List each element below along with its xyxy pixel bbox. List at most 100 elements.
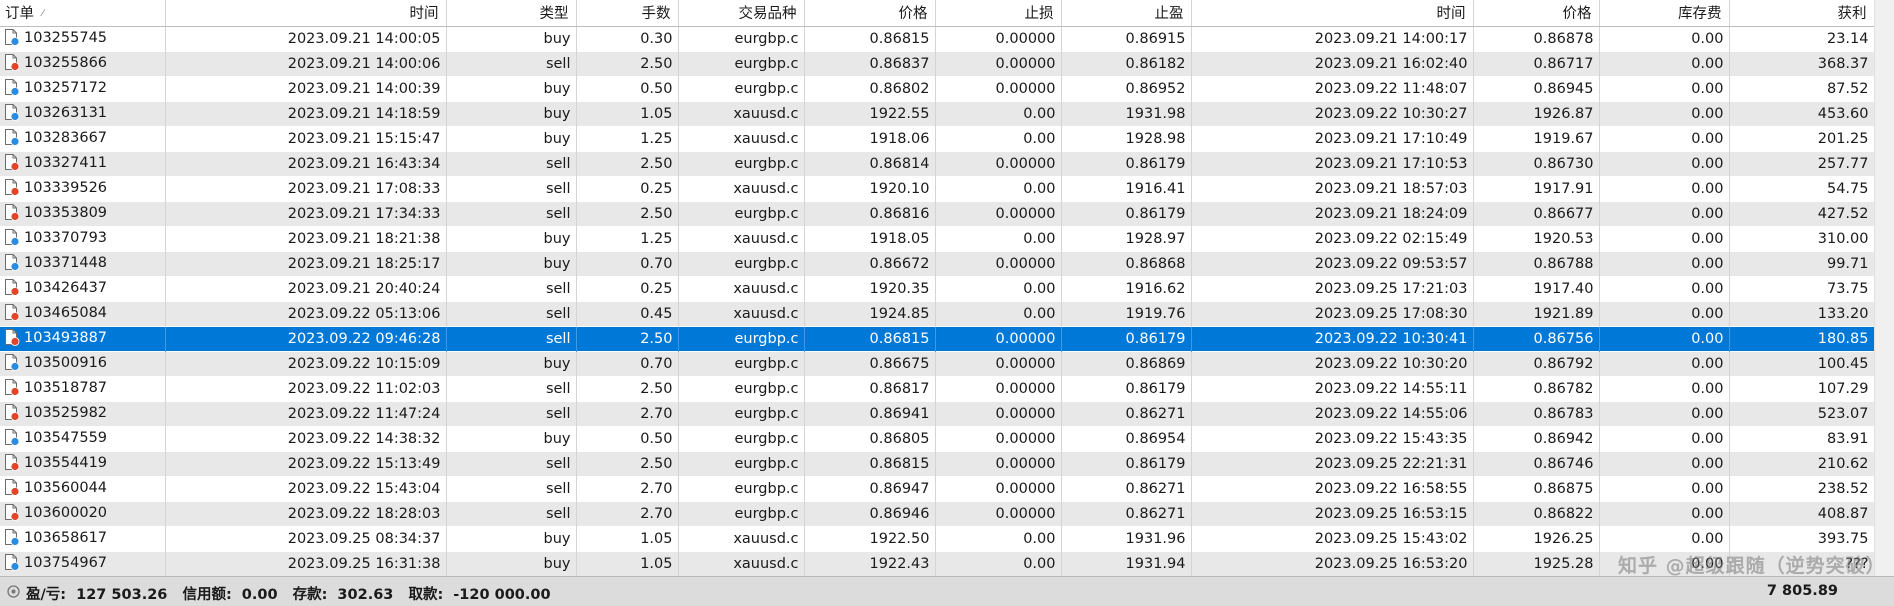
order-number: 103327411 bbox=[24, 154, 108, 171]
sell-order-icon bbox=[4, 503, 20, 525]
table-row[interactable]: 103547559 2023.09.22 14:38:32 buy 0.50 eurgb… bbox=[0, 426, 1875, 451]
column-header-profit[interactable]: 获利 bbox=[1729, 0, 1875, 27]
order-number: 103658617 bbox=[24, 529, 108, 546]
cell-swap: 0.00 bbox=[1599, 476, 1730, 501]
column-header-close-time[interactable]: 时间 bbox=[1191, 0, 1474, 27]
cell-swap: 0.00 bbox=[1599, 451, 1730, 476]
cell-symbol: eurgbp.c bbox=[678, 501, 805, 526]
table-row[interactable]: 103371448 2023.09.21 18:25:17 buy 0.70 eurgb… bbox=[0, 251, 1875, 276]
order-number: 103339526 bbox=[24, 179, 108, 196]
buy-order-icon bbox=[4, 228, 20, 250]
cell-close-time: 2023.09.21 14:00:17 bbox=[1191, 26, 1474, 51]
cell-order: 103426437 bbox=[0, 276, 166, 301]
cell-symbol: eurgbp.c bbox=[678, 401, 805, 426]
cell-tp: 1931.94 bbox=[1061, 551, 1192, 576]
cell-close-price: 0.86746 bbox=[1473, 451, 1600, 476]
table-row[interactable]: 103263131 2023.09.21 14:18:59 buy 1.05 xauus… bbox=[0, 101, 1875, 126]
column-header-open-price[interactable]: 价格 bbox=[804, 0, 936, 27]
cell-volume: 0.70 bbox=[576, 351, 679, 376]
vertical-scrollbar[interactable] bbox=[1874, 0, 1894, 576]
table-row[interactable]: 103493887 2023.09.22 09:46:28 sell 2.50 eurg… bbox=[0, 326, 1875, 351]
table-row[interactable]: 103554419 2023.09.22 15:13:49 sell 2.50 eurg… bbox=[0, 451, 1875, 476]
cell-symbol: eurgbp.c bbox=[678, 476, 805, 501]
cell-open-price: 0.86802 bbox=[804, 76, 936, 101]
cell-order: 103353809 bbox=[0, 201, 166, 226]
table-row[interactable]: 103327411 2023.09.21 16:43:34 sell 2.50 eurg… bbox=[0, 151, 1875, 176]
cell-swap: 0.00 bbox=[1599, 26, 1730, 51]
column-header-open-time[interactable]: 时间 bbox=[165, 0, 447, 27]
order-number: 103525982 bbox=[24, 404, 108, 421]
cell-type: sell bbox=[446, 201, 577, 226]
credit-value: 0.00 bbox=[241, 587, 278, 603]
table-row[interactable]: 103339526 2023.09.21 17:08:33 sell 0.25 xauu… bbox=[0, 176, 1875, 201]
cell-open-time: 2023.09.21 18:21:38 bbox=[165, 226, 447, 251]
cell-open-time: 2023.09.22 14:38:32 bbox=[165, 426, 447, 451]
table-row[interactable]: 103525982 2023.09.22 11:47:24 sell 2.70 eurg… bbox=[0, 401, 1875, 426]
table-row[interactable]: 103370793 2023.09.21 18:21:38 buy 1.25 xauus… bbox=[0, 226, 1875, 251]
column-header-swap[interactable]: 库存费 bbox=[1599, 0, 1730, 27]
table-row[interactable]: 103353809 2023.09.21 17:34:33 sell 2.50 eurg… bbox=[0, 201, 1875, 226]
cell-close-price: 1919.67 bbox=[1473, 126, 1600, 151]
trade-history-table: 订单 ⁄ 时间 类型 手数 交易品种 价格 止损 止盈 时间 价格 库存费 获利 103255745 20… bbox=[0, 0, 1875, 577]
column-header-sl[interactable]: 止损 bbox=[935, 0, 1062, 27]
cell-sl: 0.00000 bbox=[935, 451, 1062, 476]
column-header-order[interactable]: 订单 ⁄ bbox=[0, 0, 166, 27]
cell-symbol: eurgbp.c bbox=[678, 76, 805, 101]
buy-order-icon bbox=[4, 253, 20, 275]
table-row[interactable]: 103600020 2023.09.22 18:28:03 sell 2.70 eurg… bbox=[0, 501, 1875, 526]
cell-sl: 0.00 bbox=[935, 551, 1062, 576]
cell-close-time: 2023.09.21 17:10:49 bbox=[1191, 126, 1474, 151]
table-row[interactable]: 103658617 2023.09.25 08:34:37 buy 1.05 xauus… bbox=[0, 526, 1875, 551]
cell-open-time: 2023.09.21 18:25:17 bbox=[165, 251, 447, 276]
table-row[interactable]: 103426437 2023.09.21 20:40:24 sell 0.25 xauu… bbox=[0, 276, 1875, 301]
cell-swap: 0.00 bbox=[1599, 176, 1730, 201]
cell-order: 103465084 bbox=[0, 301, 166, 326]
table-row[interactable]: 103518787 2023.09.22 11:02:03 sell 2.50 eurg… bbox=[0, 376, 1875, 401]
cell-close-time: 2023.09.25 15:43:02 bbox=[1191, 526, 1474, 551]
column-header-type[interactable]: 类型 bbox=[446, 0, 577, 27]
cell-volume: 0.25 bbox=[576, 176, 679, 201]
cell-open-price: 1922.55 bbox=[804, 101, 936, 126]
cell-swap: 0.00 bbox=[1599, 276, 1730, 301]
table-row[interactable]: 103257172 2023.09.21 14:00:39 buy 0.50 eurgb… bbox=[0, 76, 1875, 101]
cell-tp: 0.86179 bbox=[1061, 451, 1192, 476]
cell-close-time: 2023.09.25 16:53:20 bbox=[1191, 551, 1474, 576]
cell-open-time: 2023.09.21 16:43:34 bbox=[165, 151, 447, 176]
cell-swap: 0.00 bbox=[1599, 51, 1730, 76]
cell-order: 103371448 bbox=[0, 251, 166, 276]
cell-swap: 0.00 bbox=[1599, 401, 1730, 426]
column-header-symbol[interactable]: 交易品种 bbox=[678, 0, 805, 27]
table-row[interactable]: 103283667 2023.09.21 15:15:47 buy 1.25 xauus… bbox=[0, 126, 1875, 151]
cell-sl: 0.00000 bbox=[935, 426, 1062, 451]
cell-volume: 2.50 bbox=[576, 151, 679, 176]
cell-profit: 238.52 bbox=[1729, 476, 1875, 501]
cell-symbol: xauusd.c bbox=[678, 276, 805, 301]
table-row[interactable]: 103560044 2023.09.22 15:43:04 sell 2.70 eurg… bbox=[0, 476, 1875, 501]
cell-volume: 1.05 bbox=[576, 551, 679, 576]
cell-sl: 0.00 bbox=[935, 226, 1062, 251]
table-row[interactable]: 103255866 2023.09.21 14:00:06 sell 2.50 eurg… bbox=[0, 51, 1875, 76]
cell-order: 103255745 bbox=[0, 26, 166, 51]
cell-order: 103493887 bbox=[0, 326, 166, 351]
cell-order: 103370793 bbox=[0, 226, 166, 251]
cell-symbol: xauusd.c bbox=[678, 301, 805, 326]
table-row[interactable]: 103465084 2023.09.22 05:13:06 sell 0.45 xauu… bbox=[0, 301, 1875, 326]
cell-sl: 0.00 bbox=[935, 101, 1062, 126]
cell-type: buy bbox=[446, 226, 577, 251]
cell-profit: 107.29 bbox=[1729, 376, 1875, 401]
column-header-volume[interactable]: 手数 bbox=[576, 0, 679, 27]
deposit-value: 302.63 bbox=[337, 587, 394, 603]
cell-open-price: 0.86947 bbox=[804, 476, 936, 501]
cell-open-time: 2023.09.22 15:43:04 bbox=[165, 476, 447, 501]
cell-order: 103600020 bbox=[0, 501, 166, 526]
cell-close-price: 0.86945 bbox=[1473, 76, 1600, 101]
table-row[interactable]: 103255745 2023.09.21 14:00:05 buy 0.30 eurgb… bbox=[0, 26, 1875, 51]
table-row[interactable]: 103500916 2023.09.22 10:15:09 buy 0.70 eurgb… bbox=[0, 351, 1875, 376]
cell-order: 103658617 bbox=[0, 526, 166, 551]
cell-open-time: 2023.09.21 20:40:24 bbox=[165, 276, 447, 301]
column-header-close-price[interactable]: 价格 bbox=[1473, 0, 1600, 27]
cell-symbol: eurgbp.c bbox=[678, 426, 805, 451]
table-row[interactable]: 103754967 2023.09.25 16:31:38 buy 1.05 xauus… bbox=[0, 551, 1875, 576]
column-header-tp[interactable]: 止盈 bbox=[1061, 0, 1192, 27]
cell-type: sell bbox=[446, 276, 577, 301]
